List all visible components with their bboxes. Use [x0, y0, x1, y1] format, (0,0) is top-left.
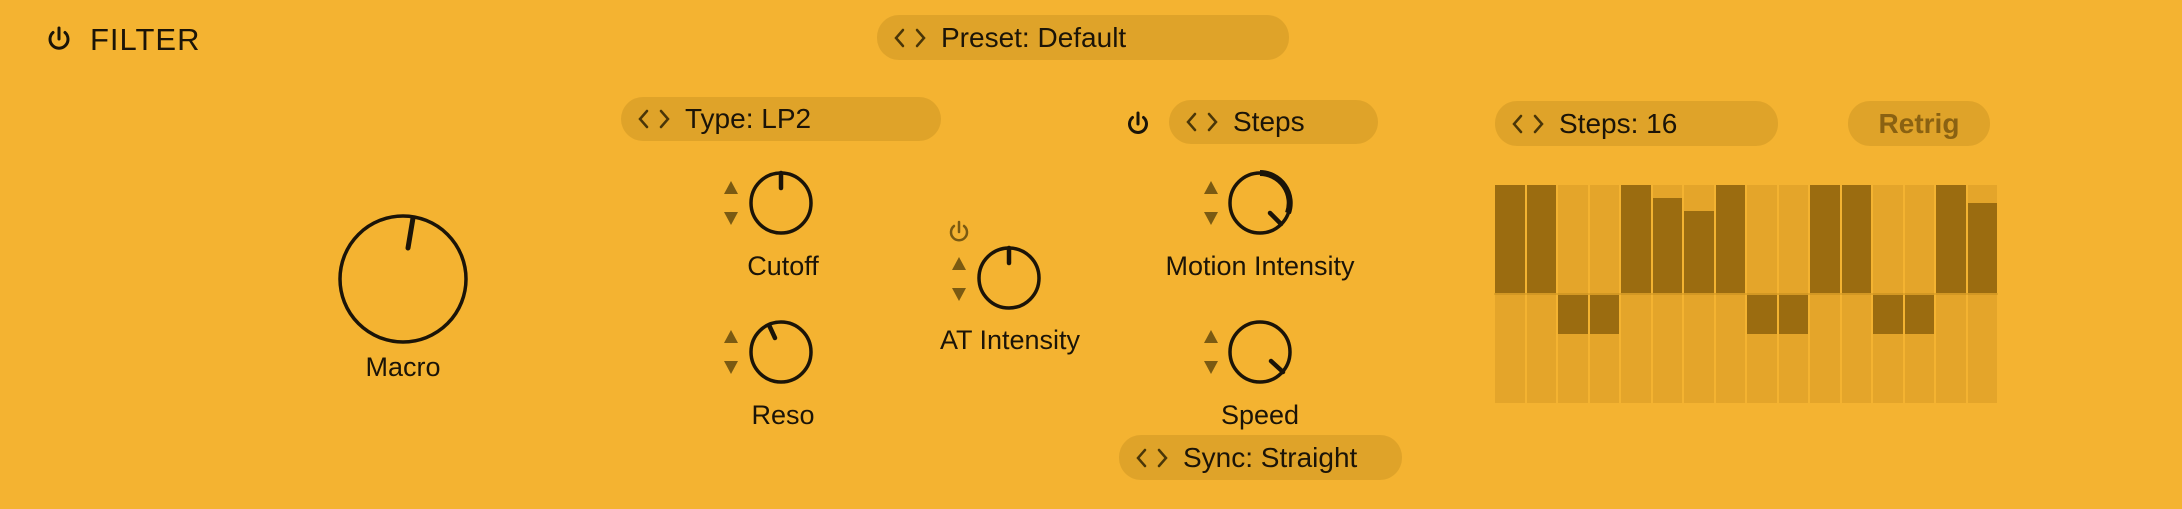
chevron-left-right-icon[interactable] [893, 27, 927, 49]
macro-label: Macro [365, 352, 441, 382]
knob-graphic [977, 245, 1041, 310]
sync-selector[interactable]: Sync: Straight [1119, 435, 1402, 480]
step-bar [1873, 295, 1903, 334]
step-sequencer[interactable] [1494, 185, 1998, 403]
filter-type-selector[interactable]: Type: LP2 [621, 97, 941, 141]
filter-type-label: Type: LP2 [685, 103, 812, 134]
cutoff-label: Cutoff [747, 251, 819, 281]
sync-label: Sync: Straight [1183, 441, 1358, 473]
section-title: FILTER [90, 22, 201, 57]
step-bar [1652, 197, 1682, 293]
power-icon [1128, 111, 1148, 134]
steps-count-label: Steps: 16 [1559, 107, 1678, 139]
motion-source-selector[interactable]: Steps [1169, 100, 1378, 144]
cutoff-knob[interactable] [748, 170, 814, 236]
step-bar [1778, 295, 1808, 334]
chevron-left-right-icon[interactable] [1135, 447, 1169, 469]
step-bar [1967, 203, 1997, 293]
preset-selector[interactable]: Preset: Default [877, 15, 1289, 60]
cutoff-stepper[interactable] [722, 179, 740, 227]
at-intensity-power-button[interactable] [946, 219, 972, 245]
step-bar [1747, 295, 1777, 334]
at-intensity-label: AT Intensity [939, 325, 1081, 355]
filter-power-button[interactable] [44, 24, 74, 54]
reso-label: Reso [751, 400, 815, 430]
speed-stepper[interactable] [1202, 328, 1220, 376]
step-column[interactable] [1589, 185, 1619, 403]
step-bar [1810, 185, 1840, 293]
step-bar [1715, 185, 1745, 293]
chevron-left-right-icon[interactable] [1185, 111, 1219, 133]
step-bar [1621, 185, 1651, 293]
knob-graphic [749, 170, 813, 235]
macro-knob[interactable] [336, 212, 470, 346]
motion-source-label: Steps [1233, 106, 1305, 137]
step-column[interactable] [1747, 185, 1777, 403]
chevron-left-right-icon[interactable] [1511, 113, 1545, 135]
reso-knob[interactable] [748, 319, 814, 385]
chevron-left-right-icon[interactable] [637, 108, 671, 130]
steps-count-selector[interactable]: Steps: 16 [1495, 101, 1778, 146]
step-bar [1841, 185, 1871, 293]
knob-graphic [338, 214, 468, 344]
step-bar [1684, 210, 1714, 293]
step-bar [1904, 295, 1934, 334]
power-icon [48, 26, 70, 50]
at-intensity-stepper[interactable] [950, 255, 968, 303]
retrig-label: Retrig [1878, 107, 1960, 139]
step-bar [1526, 185, 1556, 293]
knob-graphic [749, 320, 813, 384]
retrig-button[interactable]: Retrig [1848, 101, 1990, 146]
knob-graphic [1228, 170, 1293, 235]
preset-label: Preset: Default [941, 21, 1127, 53]
knob-graphic [1228, 320, 1292, 384]
step-bar [1936, 185, 1966, 293]
at-intensity-knob[interactable] [976, 245, 1042, 311]
step-column[interactable] [1778, 185, 1808, 403]
step-bar [1558, 295, 1588, 334]
step-column[interactable] [1873, 185, 1903, 403]
power-icon [949, 220, 969, 242]
motion-intensity-stepper[interactable] [1202, 179, 1220, 227]
step-bar [1495, 185, 1525, 293]
step-bar [1589, 295, 1619, 334]
step-column[interactable] [1904, 185, 1934, 403]
motion-intensity-label: Motion Intensity [1165, 251, 1355, 281]
motion-power-button[interactable] [1124, 110, 1152, 138]
speed-label: Speed [1220, 400, 1300, 430]
speed-knob[interactable] [1227, 319, 1293, 385]
motion-intensity-knob[interactable] [1227, 170, 1293, 236]
step-column[interactable] [1558, 185, 1588, 403]
reso-stepper[interactable] [722, 328, 740, 376]
